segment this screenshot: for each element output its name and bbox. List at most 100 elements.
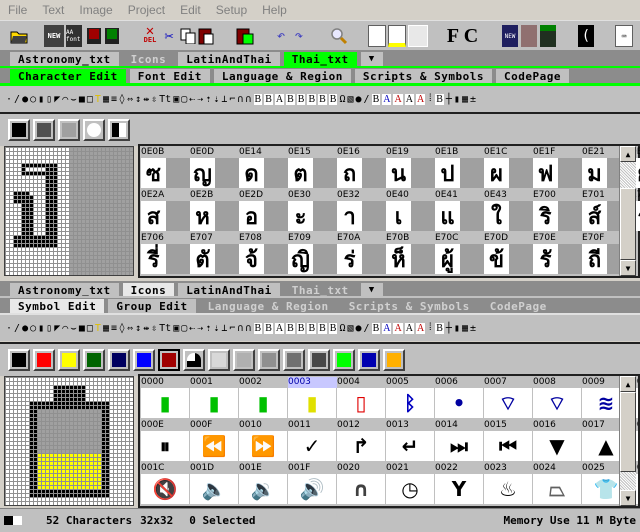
pixel[interactable]: [42, 272, 45, 275]
pixel[interactable]: [46, 450, 49, 453]
pixel[interactable]: [74, 426, 77, 429]
pixel[interactable]: [42, 176, 45, 179]
pixel[interactable]: [86, 402, 89, 405]
pixel[interactable]: [34, 228, 37, 231]
pixel[interactable]: [78, 458, 81, 461]
pixel[interactable]: [34, 410, 37, 413]
pixel[interactable]: [58, 414, 61, 417]
pixel[interactable]: [66, 244, 69, 247]
pixel[interactable]: [18, 430, 21, 433]
pixel[interactable]: [82, 248, 85, 251]
pixel[interactable]: [58, 180, 61, 183]
pixel[interactable]: [118, 422, 121, 425]
pixel[interactable]: [6, 272, 9, 275]
pixel[interactable]: [114, 196, 117, 199]
pixel[interactable]: [102, 236, 105, 239]
pixel[interactable]: [90, 196, 93, 199]
character-cell[interactable]: E70E รั: [533, 233, 582, 274]
pixel[interactable]: [94, 244, 97, 247]
pixel[interactable]: [86, 192, 89, 195]
pixel[interactable]: [78, 474, 81, 477]
pixel[interactable]: [130, 152, 133, 155]
pixel[interactable]: [58, 224, 61, 227]
pixel[interactable]: [38, 240, 41, 243]
pixel[interactable]: [110, 224, 113, 227]
pixel[interactable]: [102, 482, 105, 485]
pixel[interactable]: [102, 184, 105, 187]
pixel[interactable]: [122, 402, 125, 405]
pixel[interactable]: [94, 406, 97, 409]
character-cell[interactable]: 0E1C ผ: [484, 147, 533, 188]
pixel[interactable]: [98, 200, 101, 203]
pixel[interactable]: [58, 434, 61, 437]
pixel[interactable]: [26, 208, 29, 211]
pixel[interactable]: [114, 390, 117, 393]
pixel[interactable]: [110, 450, 113, 453]
pixel[interactable]: [102, 168, 105, 171]
pixel[interactable]: [114, 490, 117, 493]
pixel[interactable]: [10, 168, 13, 171]
pixel[interactable]: [62, 498, 65, 501]
pixel[interactable]: [26, 410, 29, 413]
pixel[interactable]: [10, 200, 13, 203]
bold-1-tool-icon[interactable]: B: [253, 322, 263, 334]
pixel[interactable]: [6, 168, 9, 171]
pixel[interactable]: [102, 414, 105, 417]
pixel[interactable]: [22, 180, 25, 183]
pixel[interactable]: [86, 442, 89, 445]
pixel[interactable]: [74, 264, 77, 267]
pixel[interactable]: [62, 482, 65, 485]
pixel[interactable]: [22, 474, 25, 477]
pixel[interactable]: [50, 168, 53, 171]
pixel[interactable]: [50, 172, 53, 175]
pixel[interactable]: [78, 204, 81, 207]
pixel[interactable]: [118, 200, 121, 203]
pixel[interactable]: [66, 152, 69, 155]
pixel[interactable]: [110, 386, 113, 389]
pixel[interactable]: [38, 224, 41, 227]
pixel[interactable]: [46, 406, 49, 409]
pixel[interactable]: [74, 402, 77, 405]
character-cell[interactable]: E709 ญิ: [288, 233, 337, 274]
character-cell[interactable]: 0E16 ถ: [337, 147, 386, 188]
pixel[interactable]: [66, 164, 69, 167]
pixel[interactable]: [10, 390, 13, 393]
pixel[interactable]: [118, 446, 121, 449]
pixel[interactable]: [66, 422, 69, 425]
pixel[interactable]: [82, 458, 85, 461]
line-tool-icon[interactable]: /: [14, 94, 20, 105]
pixel[interactable]: [66, 478, 69, 481]
pixel[interactable]: [90, 148, 93, 151]
pixel[interactable]: [94, 252, 97, 255]
pixel[interactable]: [98, 438, 101, 441]
pixel[interactable]: [38, 268, 41, 271]
pixel[interactable]: [26, 414, 29, 417]
pixel[interactable]: [110, 486, 113, 489]
pixel[interactable]: [118, 398, 121, 401]
pixel[interactable]: [54, 228, 57, 231]
pixel[interactable]: [26, 470, 29, 473]
image-box-tool-icon[interactable]: ▣: [173, 94, 179, 105]
pixel[interactable]: [30, 498, 33, 501]
stack-disk-icon[interactable]: [521, 25, 537, 47]
pixel[interactable]: [90, 248, 93, 251]
pixel[interactable]: [46, 398, 49, 401]
pixel[interactable]: [50, 450, 53, 453]
pixel[interactable]: [86, 156, 89, 159]
pixel[interactable]: [74, 486, 77, 489]
pixel[interactable]: [50, 438, 53, 441]
pixel[interactable]: [38, 220, 41, 223]
pixel[interactable]: [46, 410, 49, 413]
pixel[interactable]: [22, 212, 25, 215]
symbol-cell[interactable]: 0005 ᛒ: [386, 377, 435, 418]
pixel[interactable]: [14, 156, 17, 159]
pixel[interactable]: [114, 168, 117, 171]
pixel[interactable]: [118, 382, 121, 385]
pixel[interactable]: [90, 268, 93, 271]
pixel[interactable]: [18, 490, 21, 493]
pixel[interactable]: [102, 502, 105, 505]
pixel[interactable]: [18, 474, 21, 477]
pixel[interactable]: [70, 410, 73, 413]
file-tab-astronomy-txt[interactable]: Astronomy_txt: [10, 283, 119, 297]
pixel[interactable]: [102, 244, 105, 247]
